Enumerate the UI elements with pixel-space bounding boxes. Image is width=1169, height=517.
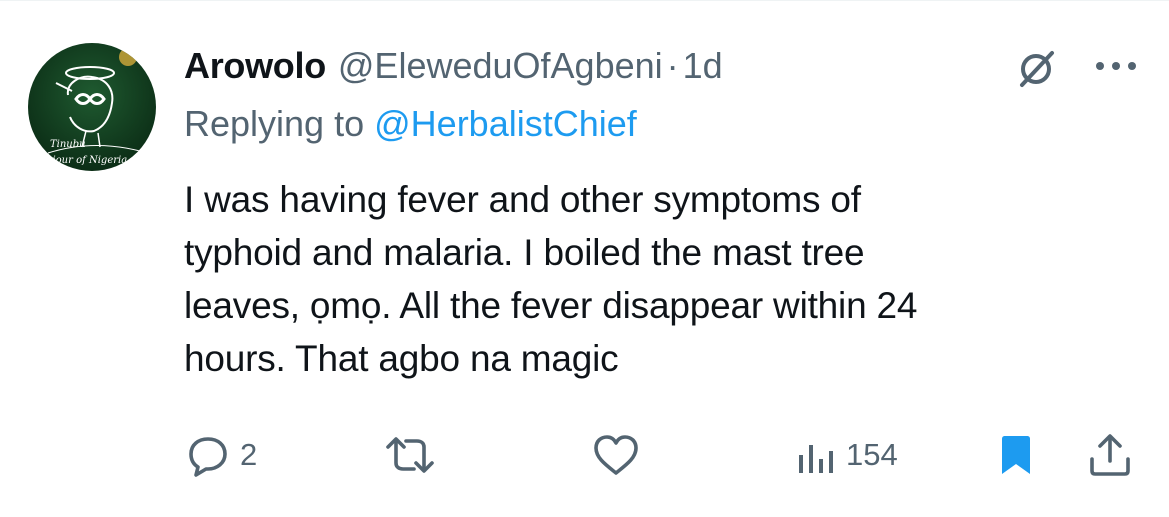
display-name[interactable]: Arowolo — [184, 41, 326, 91]
avatar-caption-line2: Saviour of Nigeria — [34, 155, 127, 166]
avatar[interactable]: Tinubu Saviour of Nigeria — [28, 43, 156, 171]
user-handle[interactable]: @EleweduOfAgbeni — [338, 41, 663, 91]
reply-icon — [189, 437, 227, 477]
action-bar: 2 154 — [0, 425, 1169, 485]
bookmark-button[interactable] — [998, 425, 1034, 485]
grok-button[interactable] — [1014, 47, 1058, 91]
like-icon — [594, 435, 638, 475]
tweet-time[interactable]: 1d — [683, 41, 723, 91]
avatar-image: Tinubu Saviour of Nigeria — [28, 43, 156, 171]
reply-count: 2 — [240, 437, 258, 472]
views-icon — [799, 445, 833, 473]
share-button[interactable] — [1086, 425, 1134, 485]
tweet-card[interactable]: Tinubu Saviour of Nigeria Arowolo @Elewe… — [0, 0, 1169, 517]
more-icon — [1096, 62, 1136, 70]
avatar-caption-line1: Tinubu — [50, 139, 86, 150]
replying-prefix: Replying to — [184, 103, 365, 144]
reply-button[interactable]: 2 — [186, 425, 257, 485]
share-icon — [1090, 434, 1130, 476]
views-count: 154 — [846, 437, 898, 472]
replying-to: Replying to @HerbalistChief — [184, 99, 637, 149]
retweet-icon — [386, 437, 434, 473]
tweet-header: Arowolo @EleweduOfAgbeni · 1d — [184, 41, 723, 91]
grok-icon — [1020, 51, 1054, 87]
tweet-text: I was having fever and other symptoms of… — [184, 179, 918, 379]
separator-dot: · — [666, 45, 679, 86]
views-button[interactable]: 154 — [796, 425, 898, 485]
like-button[interactable] — [592, 425, 640, 485]
retweet-button[interactable] — [384, 425, 436, 485]
more-button[interactable] — [1090, 51, 1142, 81]
replying-mention-link[interactable]: @HerbalistChief — [374, 103, 637, 144]
bookmark-icon — [1002, 436, 1030, 474]
